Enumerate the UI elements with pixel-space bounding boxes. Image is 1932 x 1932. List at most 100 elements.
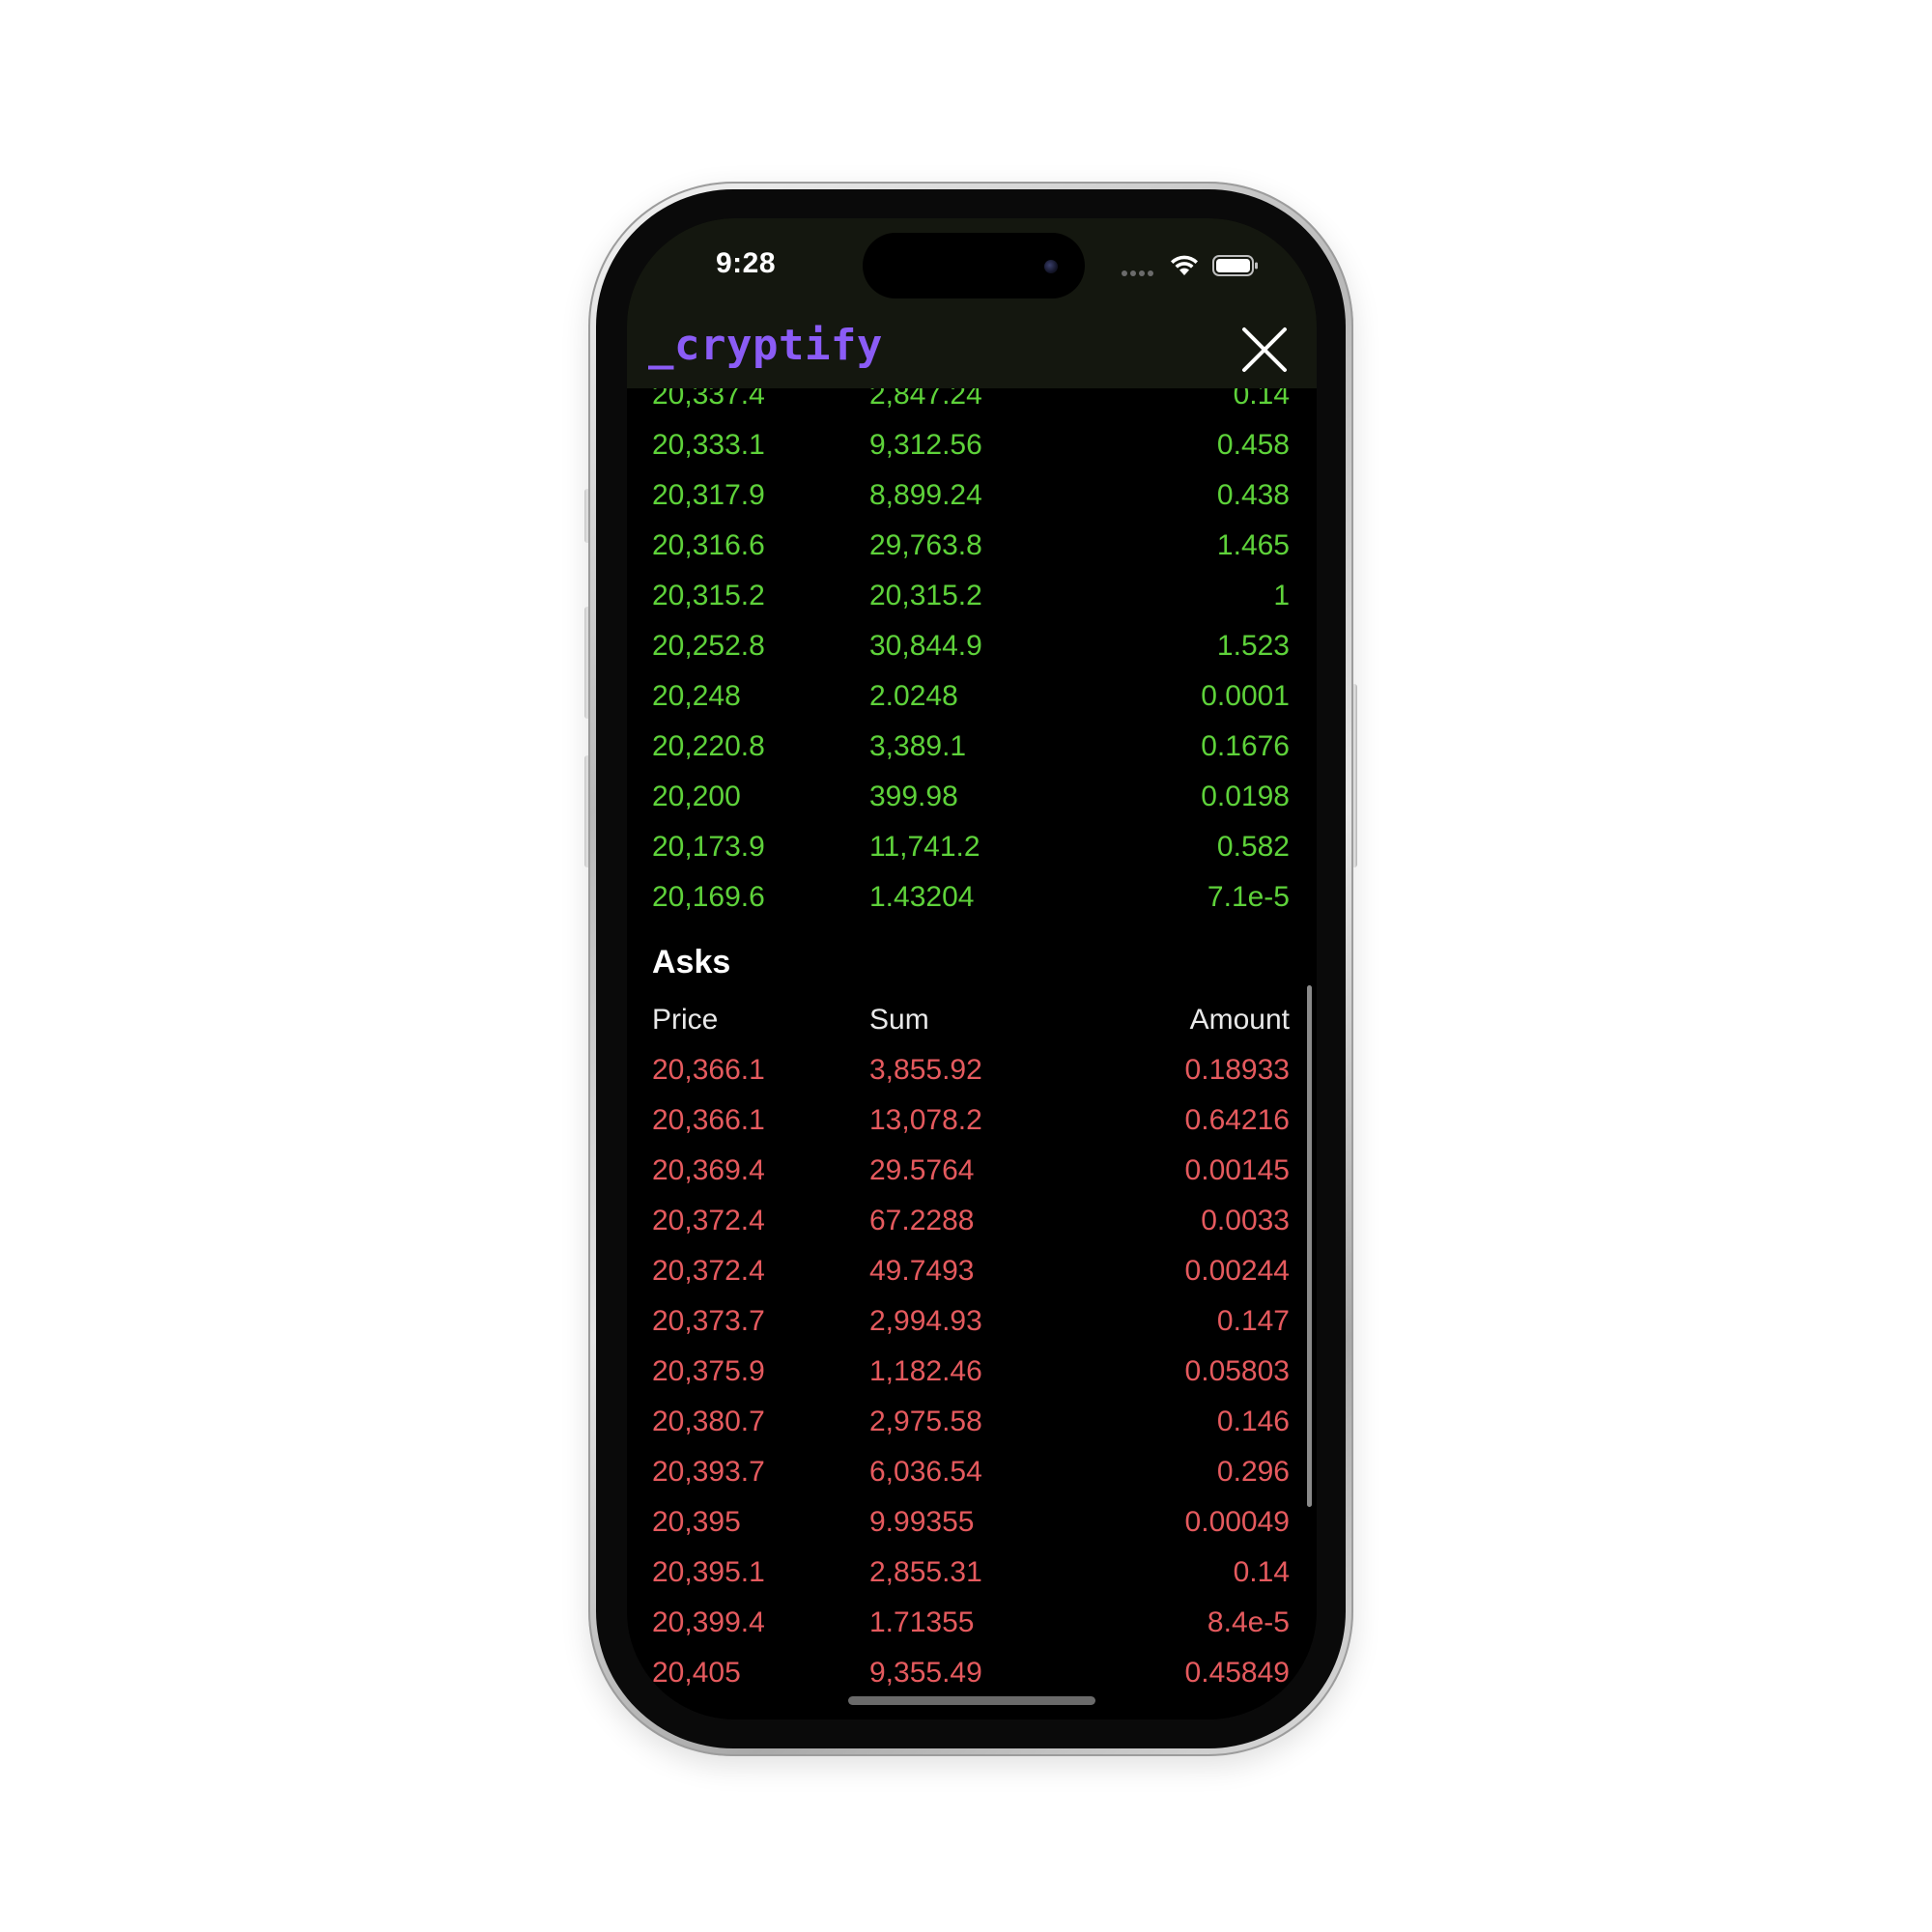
price-cell: 20,372.4 bbox=[652, 1205, 765, 1236]
amount-cell: 0.0198 bbox=[1201, 781, 1290, 812]
price-cell: 20,373.7 bbox=[652, 1305, 765, 1337]
amount-cell: 0.00145 bbox=[1184, 1154, 1290, 1186]
sum-cell: 1.43204 bbox=[869, 881, 975, 913]
bid-row[interactable]: 20,316.6 29,763.8 1.465 bbox=[652, 521, 1290, 571]
price-cell: 20,366.1 bbox=[652, 1054, 765, 1086]
asks-title: Asks bbox=[652, 944, 731, 980]
price-cell: 20,315.2 bbox=[652, 580, 765, 611]
price-cell: 20,169.6 bbox=[652, 881, 765, 913]
sum-cell: 2,847.24 bbox=[869, 388, 982, 411]
sum-cell: 1.71355 bbox=[869, 1606, 975, 1638]
amount-cell: 7.1e-5 bbox=[1207, 881, 1290, 913]
amount-cell: 0.582 bbox=[1216, 831, 1290, 863]
price-cell: 20,248 bbox=[652, 680, 741, 712]
price-cell: 20,380.7 bbox=[652, 1406, 765, 1437]
bid-row[interactable]: 20,315.2 20,315.2 1 bbox=[652, 571, 1290, 621]
amount-cell: 0.0001 bbox=[1201, 680, 1290, 712]
amount-cell: 0.00244 bbox=[1184, 1255, 1290, 1287]
price-cell: 20,337.4 bbox=[652, 388, 765, 411]
bid-row[interactable]: 20,337.4 2,847.24 0.14 bbox=[652, 388, 1290, 420]
price-cell: 20,333.1 bbox=[652, 429, 765, 461]
sum-cell: 2,975.58 bbox=[869, 1406, 982, 1437]
bid-row[interactable]: 20,220.8 3,389.1 0.1676 bbox=[652, 722, 1290, 772]
price-cell: 20,395 bbox=[652, 1506, 741, 1538]
sum-cell: 399.98 bbox=[869, 781, 958, 812]
scrollbar[interactable] bbox=[1307, 985, 1312, 1507]
amount-cell: 0.18933 bbox=[1184, 1054, 1290, 1086]
bid-row[interactable]: 20,333.1 9,312.56 0.458 bbox=[652, 420, 1290, 470]
sum-cell: 67.2288 bbox=[869, 1205, 975, 1236]
price-cell: 20,375.9 bbox=[652, 1355, 765, 1387]
ask-row[interactable]: 20,373.7 2,994.93 0.147 bbox=[652, 1296, 1290, 1347]
ask-row[interactable]: 20,405 9,355.49 0.45849 bbox=[652, 1648, 1290, 1698]
bid-row[interactable]: 20,252.8 30,844.9 1.523 bbox=[652, 621, 1290, 671]
asks-column-header: Price Sum Amount bbox=[652, 995, 1290, 1045]
price-cell: 20,316.6 bbox=[652, 529, 765, 561]
ask-row[interactable]: 20,395 9.99355 0.00049 bbox=[652, 1497, 1290, 1548]
ask-row[interactable]: 20,372.4 67.2288 0.0033 bbox=[652, 1196, 1290, 1246]
sum-cell: 29,763.8 bbox=[869, 529, 982, 561]
price-cell: 20,220.8 bbox=[652, 730, 765, 762]
bid-row[interactable]: 20,173.9 11,741.2 0.582 bbox=[652, 822, 1290, 872]
column-sum: Sum bbox=[869, 1004, 929, 1036]
sum-cell: 20,315.2 bbox=[869, 580, 982, 611]
app-logo: _cryptify bbox=[648, 321, 883, 370]
sum-cell: 9,312.56 bbox=[869, 429, 982, 461]
amount-cell: 0.458 bbox=[1216, 429, 1290, 461]
ask-row[interactable]: 20,366.1 3,855.92 0.18933 bbox=[652, 1045, 1290, 1095]
sum-cell: 9.99355 bbox=[869, 1506, 975, 1538]
ask-row[interactable]: 20,366.1 13,078.2 0.64216 bbox=[652, 1095, 1290, 1146]
battery-icon bbox=[1212, 255, 1258, 276]
amount-cell: 0.00049 bbox=[1184, 1506, 1290, 1538]
column-amount: Amount bbox=[1189, 1004, 1290, 1036]
sum-cell: 29.5764 bbox=[869, 1154, 975, 1186]
ask-row[interactable]: 20,372.4 49.7493 0.00244 bbox=[652, 1246, 1290, 1296]
phone-screen: 9:28 _cryptify 20,337.4 2,847.24 0.14 20… bbox=[627, 218, 1317, 1719]
sum-cell: 2.0248 bbox=[869, 680, 958, 712]
amount-cell: 0.14 bbox=[1233, 1556, 1290, 1588]
price-cell: 20,399.4 bbox=[652, 1606, 765, 1638]
close-icon[interactable] bbox=[1239, 325, 1290, 375]
home-indicator[interactable] bbox=[848, 1696, 1095, 1705]
sum-cell: 1,182.46 bbox=[869, 1355, 982, 1387]
amount-cell: 0.146 bbox=[1216, 1406, 1290, 1437]
sum-cell: 30,844.9 bbox=[869, 630, 982, 662]
sum-cell: 3,389.1 bbox=[869, 730, 967, 762]
order-book[interactable]: 20,337.4 2,847.24 0.14 20,333.1 9,312.56 0.45… bbox=[627, 388, 1317, 1719]
device-mockup: 9:28 _cryptify 20,337.4 2,847.24 0.14 20… bbox=[0, 0, 1932, 1932]
ask-row[interactable]: 20,380.7 2,975.58 0.146 bbox=[652, 1397, 1290, 1447]
price-cell: 20,372.4 bbox=[652, 1255, 765, 1287]
column-price: Price bbox=[652, 1004, 719, 1036]
ask-row[interactable]: 20,393.7 6,036.54 0.296 bbox=[652, 1447, 1290, 1497]
price-cell: 20,366.1 bbox=[652, 1104, 765, 1136]
sum-cell: 2,855.31 bbox=[869, 1556, 982, 1588]
status-time: 9:28 bbox=[716, 247, 777, 279]
bid-row[interactable]: 20,169.6 1.43204 7.1e-5 bbox=[652, 872, 1290, 923]
sum-cell: 3,855.92 bbox=[869, 1054, 982, 1086]
amount-cell: 0.05803 bbox=[1184, 1355, 1290, 1387]
ask-row[interactable]: 20,395.1 2,855.31 0.14 bbox=[652, 1548, 1290, 1598]
price-cell: 20,369.4 bbox=[652, 1154, 765, 1186]
amount-cell: 0.147 bbox=[1216, 1305, 1290, 1337]
amount-cell: 0.14 bbox=[1233, 388, 1290, 411]
amount-cell: 0.45849 bbox=[1184, 1657, 1290, 1689]
amount-cell: 0.438 bbox=[1216, 479, 1290, 511]
bid-row[interactable]: 20,200 399.98 0.0198 bbox=[652, 772, 1290, 822]
sum-cell: 13,078.2 bbox=[869, 1104, 982, 1136]
sum-cell: 6,036.54 bbox=[869, 1456, 982, 1488]
price-cell: 20,173.9 bbox=[652, 831, 765, 863]
bid-row[interactable]: 20,248 2.0248 0.0001 bbox=[652, 671, 1290, 722]
ask-row[interactable]: 20,399.4 1.71355 8.4e-5 bbox=[652, 1598, 1290, 1648]
price-cell: 20,200 bbox=[652, 781, 741, 812]
sum-cell: 49.7493 bbox=[869, 1255, 975, 1287]
ask-row[interactable]: 20,369.4 29.5764 0.00145 bbox=[652, 1146, 1290, 1196]
amount-cell: 1 bbox=[1273, 580, 1290, 611]
front-camera-icon bbox=[1044, 260, 1058, 273]
price-cell: 20,393.7 bbox=[652, 1456, 765, 1488]
ask-row[interactable]: 20,375.9 1,182.46 0.05803 bbox=[652, 1347, 1290, 1397]
app-header: 9:28 _cryptify bbox=[627, 218, 1317, 388]
price-cell: 20,252.8 bbox=[652, 630, 765, 662]
bid-row[interactable]: 20,317.9 8,899.24 0.438 bbox=[652, 470, 1290, 521]
dynamic-island bbox=[863, 233, 1085, 298]
amount-cell: 0.64216 bbox=[1184, 1104, 1290, 1136]
